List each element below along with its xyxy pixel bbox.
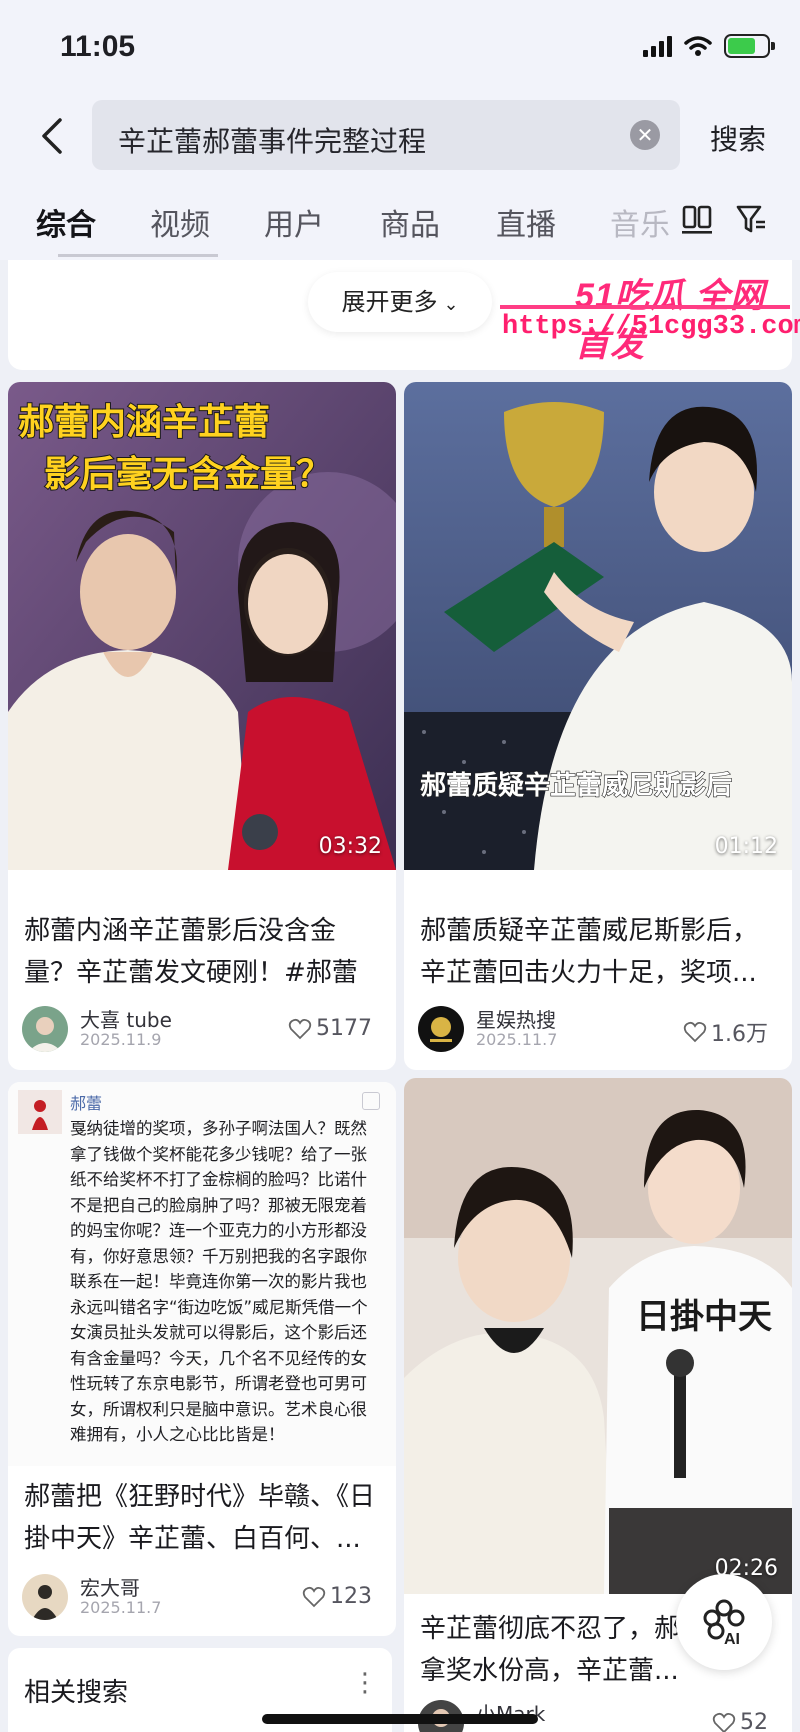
thumbnail-caption-line-1: 郝蕾内涵辛芷蕾	[18, 402, 270, 443]
heart-icon	[712, 1712, 736, 1732]
related-searches-title: 相关搜索	[24, 1678, 129, 1708]
tab-users[interactable]: 用户	[264, 200, 324, 244]
like-count[interactable]: 52	[712, 1710, 768, 1732]
video-thumbnail[interactable]: 郝蕾质疑辛芷蕾威尼斯影后	[404, 382, 792, 870]
svg-text:AI: AI	[724, 1631, 740, 1648]
tab-live[interactable]: 直播	[496, 200, 556, 244]
back-arrow-icon	[42, 118, 62, 154]
watermark-divider	[500, 305, 790, 309]
search-query-text: 辛芷蕾郝蕾事件完整过程	[118, 125, 427, 158]
tab-products[interactable]: 商品	[380, 200, 440, 244]
battery-icon	[724, 34, 775, 58]
category-tabs: 综合 视频 用户 商品 直播 音乐	[0, 180, 800, 260]
like-count[interactable]: 123	[302, 1584, 372, 1609]
wifi-icon	[684, 36, 712, 56]
thumbnail-caption: 郝蕾质疑辛芷蕾威尼斯影后	[420, 770, 732, 801]
author-name[interactable]: 大喜 tube	[80, 1004, 172, 1033]
author-row[interactable]: 宏大哥 2025.11.7 123	[22, 1572, 388, 1622]
author-name[interactable]: 星娱热搜	[476, 1004, 556, 1033]
heart-icon	[302, 1586, 326, 1607]
video-thumbnail[interactable]: 日掛中天	[404, 1078, 792, 1594]
author-row[interactable]: 星娱热搜 2025.11.7 1.6万	[418, 1004, 784, 1054]
card-title[interactable]: 郝蕾质疑辛芷蕾威尼斯影后，辛芷蕾回击火力十足，奖项...	[420, 910, 776, 994]
post-checkbox	[362, 1092, 380, 1110]
tab-music[interactable]: 音乐	[610, 200, 670, 244]
search-button[interactable]: 搜索	[710, 118, 766, 158]
result-card-3[interactable]: 郝蕾 戛纳徒增的奖项，多孙子啊法国人？既然拿了钱做个奖杯能花多少钱呢？给了一张纸…	[8, 1082, 396, 1636]
tab-comprehensive[interactable]: 综合	[36, 200, 96, 244]
dual-column-icon[interactable]	[680, 202, 714, 236]
search-input[interactable]: 辛芷蕾郝蕾事件完整过程 ✕	[92, 100, 680, 170]
video-duration: 01:12	[714, 834, 778, 859]
video-duration: 03:32	[318, 834, 382, 859]
cut-off-text	[58, 254, 218, 266]
tab-video[interactable]: 视频	[150, 200, 210, 244]
result-card-1[interactable]: 郝蕾内涵辛芷蕾 影后毫无含金量？ 03:32 郝蕾内涵辛芷蕾影后没含金量？辛芷蕾…	[8, 382, 396, 1070]
author-row[interactable]: 大喜 tube 2025.11.9 5177	[22, 1004, 388, 1054]
result-card-2[interactable]: 郝蕾质疑辛芷蕾威尼斯影后 01:12 郝蕾质疑辛芷蕾威尼斯影后，辛芷蕾回击火力十…	[404, 382, 792, 1070]
ai-assistant-button[interactable]: AI	[676, 1574, 772, 1670]
author-name[interactable]: 宏大哥	[80, 1572, 140, 1601]
like-count-value: 123	[330, 1584, 372, 1609]
post-body: 戛纳徒增的奖项，多孙子啊法国人？既然拿了钱做个奖杯能花多少钱呢？给了一张纸不给奖…	[70, 1119, 368, 1444]
heart-icon	[288, 1018, 312, 1039]
avatar[interactable]	[22, 1574, 68, 1620]
post-date: 2025.11.7	[476, 1030, 558, 1049]
thumbnail-caption-line-2: 影后毫无含金量？	[44, 453, 332, 495]
like-count[interactable]: 5177	[288, 1016, 372, 1041]
status-time: 11:05	[60, 30, 136, 63]
search-bar-row: 辛芷蕾郝蕾事件完整过程 ✕ 搜索	[0, 92, 800, 180]
post-date: 2025.11.7	[80, 1598, 162, 1617]
avatar[interactable]	[22, 1006, 68, 1052]
expand-more-button[interactable]: 展开更多 ⌄	[308, 272, 492, 332]
post-screenshot[interactable]: 郝蕾 戛纳徒增的奖项，多孙子啊法国人？既然拿了钱做个奖杯能花多少钱呢？给了一张纸…	[8, 1082, 396, 1466]
avatar[interactable]	[418, 1006, 464, 1052]
chevron-down-icon: ⌄	[443, 294, 459, 315]
status-icons	[643, 34, 775, 58]
post-date: 2025.11.9	[80, 1030, 162, 1049]
like-count[interactable]: 1.6万	[683, 1016, 768, 1048]
shirt-text: 日掛中天	[636, 1297, 772, 1337]
filter-icon[interactable]	[734, 202, 768, 236]
more-options-icon[interactable]: ⋮	[352, 1668, 378, 1698]
post-avatar	[18, 1090, 62, 1134]
like-count-value: 52	[740, 1710, 768, 1732]
back-button[interactable]	[32, 112, 72, 160]
post-author: 郝蕾	[70, 1094, 103, 1113]
cellular-signal-icon	[643, 35, 672, 57]
expand-more-label: 展开更多	[341, 288, 438, 316]
like-count-value: 1.6万	[711, 1022, 768, 1047]
card-title[interactable]: 郝蕾内涵辛芷蕾影后没含金量？辛芷蕾发文硬刚！#郝蕾 #...	[24, 910, 380, 994]
watermark-url: https://51cgg33.com	[502, 312, 800, 342]
video-thumbnail[interactable]: 郝蕾内涵辛芷蕾 影后毫无含金量？	[8, 382, 396, 870]
status-bar: 11:05	[0, 0, 800, 92]
like-count-value: 5177	[316, 1016, 372, 1041]
home-indicator[interactable]	[262, 1714, 538, 1724]
ai-assistant-icon: AI	[703, 1599, 745, 1648]
card-title[interactable]: 郝蕾把《狂野时代》毕赣、《日掛中天》辛芷蕾、白百何、...	[24, 1476, 380, 1560]
clear-icon[interactable]: ✕	[630, 120, 660, 150]
heart-icon	[683, 1021, 707, 1043]
